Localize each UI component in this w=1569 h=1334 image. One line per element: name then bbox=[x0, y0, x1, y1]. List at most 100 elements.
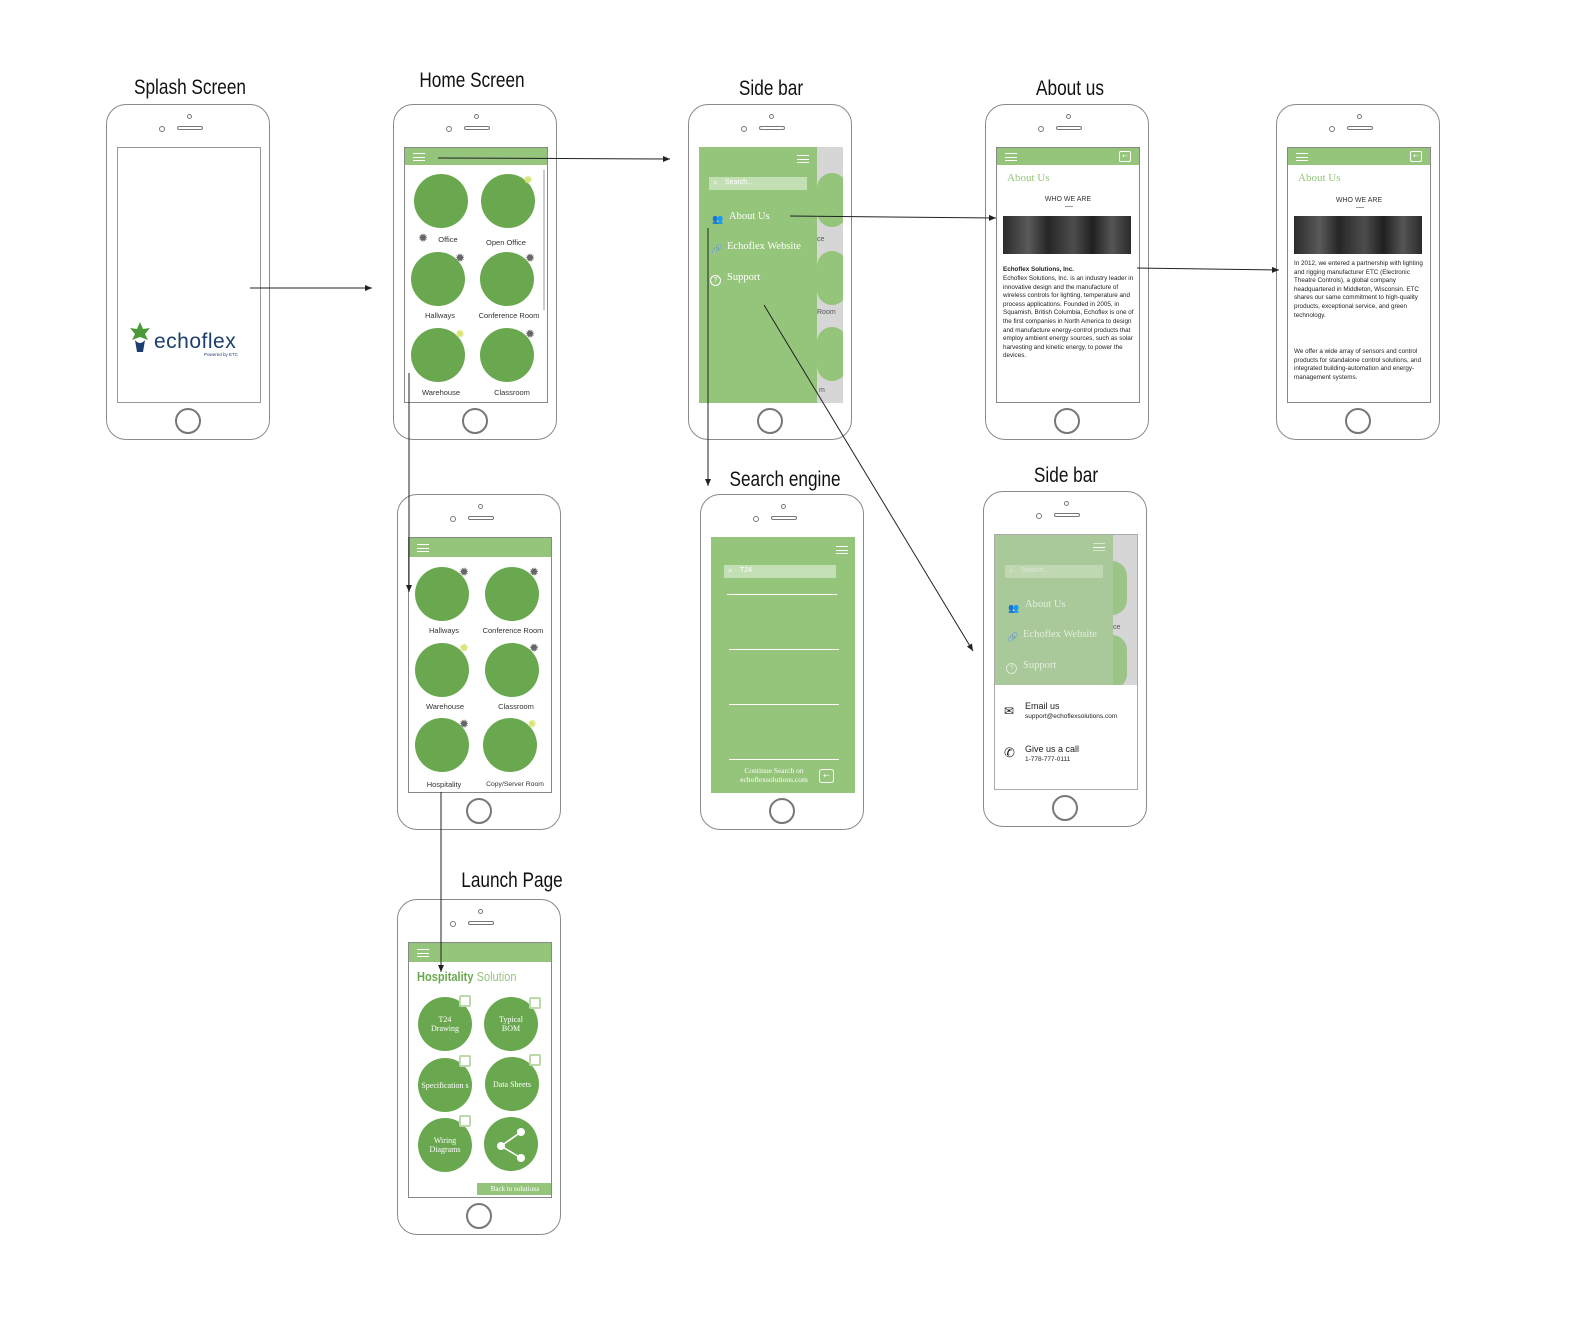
about-paragraph: In 2012, we entered a partnership with l… bbox=[1294, 260, 1423, 319]
home-top-bar bbox=[405, 148, 547, 165]
phone-sidebar: ce Room m ⌕ Search... 👥 About Us 🔗 Echofl… bbox=[688, 104, 852, 440]
title-search: Search engine bbox=[729, 468, 841, 491]
sidebar-backdrop: ce Room m bbox=[817, 147, 843, 403]
sidebar-screen: ce Room m ⌕ Search... 👥 About Us 🔗 Echofl… bbox=[699, 147, 843, 403]
menu-icon[interactable] bbox=[797, 155, 809, 163]
room-label: Warehouse bbox=[425, 702, 465, 711]
support-screen: ce ⌕ Search... 👥 About Us 🔗 Echoflex Webs… bbox=[994, 534, 1138, 790]
envelope-icon: ✉ bbox=[1004, 704, 1015, 718]
team-photo bbox=[1003, 216, 1131, 254]
sidebar-search-input[interactable]: ⌕ Search... bbox=[1005, 565, 1103, 578]
light-off-icon: ✹ bbox=[529, 641, 540, 655]
phone-splash: echoflex Powered by ETC bbox=[106, 104, 270, 440]
link-icon: 🔗 bbox=[711, 244, 723, 254]
support-panel: ✉ Email us support@echoflexsolutions.com… bbox=[995, 685, 1137, 789]
sidebar-item-website[interactable]: Echoflex Website bbox=[727, 241, 801, 252]
checkbox-icon[interactable] bbox=[459, 995, 471, 1007]
home-screen: ✹ ✹ Office Open Office ✹ ✹ Hallways Conf… bbox=[404, 147, 548, 403]
title-splash: Splash Screen bbox=[133, 76, 247, 99]
title-launch: Launch Page bbox=[461, 869, 563, 892]
splash-screen: echoflex Powered by ETC bbox=[117, 147, 261, 403]
menu-icon[interactable] bbox=[413, 153, 425, 161]
light-on-icon: ✹ bbox=[527, 717, 538, 731]
light-on-icon: ✹ bbox=[455, 327, 466, 341]
share-button[interactable] bbox=[484, 1117, 538, 1171]
sidebar-panel: ⌕ Search... 👥 About Us 🔗 Echoflex Website… bbox=[699, 147, 817, 403]
light-off-icon: ✹ bbox=[525, 327, 536, 341]
phone-link[interactable]: 1-778-777-0111 bbox=[1025, 756, 1070, 763]
search-result-line bbox=[729, 759, 839, 760]
email-link[interactable]: support@echoflexsolutions.com bbox=[1025, 713, 1117, 720]
title-home: Home Screen bbox=[419, 69, 525, 92]
search-placeholder: Search... bbox=[725, 179, 754, 186]
back-to-solutions-button[interactable]: Back to solutions bbox=[477, 1183, 551, 1195]
echoflex-logo: echoflex bbox=[154, 330, 237, 353]
search-screen: ⌕ T24 Continue Search on echoflexsolution… bbox=[711, 537, 855, 793]
checkbox-icon[interactable] bbox=[459, 1115, 471, 1127]
link-icon: 🔗 bbox=[1007, 632, 1019, 642]
about-title: About Us bbox=[1007, 172, 1050, 184]
checkbox-icon[interactable] bbox=[529, 1054, 541, 1066]
checkbox-icon[interactable] bbox=[529, 997, 541, 1009]
checkbox-icon[interactable] bbox=[459, 1055, 471, 1067]
help-icon: ? bbox=[710, 275, 721, 286]
call-label: Give us a call bbox=[1025, 744, 1080, 754]
sidebar-item-about[interactable]: About Us bbox=[1025, 599, 1066, 610]
exit-icon[interactable]: ⇠ bbox=[1410, 151, 1422, 162]
share-icon bbox=[497, 1128, 525, 1162]
room-circle-office[interactable] bbox=[414, 174, 468, 228]
launch-title-bold: Hospitality bbox=[417, 969, 474, 984]
phone-about-scrolled: ⇠ About Us WHO WE ARE In 2012, we entere… bbox=[1276, 104, 1440, 440]
echoflex-logo-icon bbox=[128, 320, 152, 354]
sidebar-panel-faded: ⌕ Search... 👥 About Us 🔗 Echoflex Website… bbox=[995, 535, 1113, 685]
sidebar-item-support[interactable]: Support bbox=[1023, 660, 1056, 671]
exit-icon[interactable]: ⇠ bbox=[1119, 151, 1131, 162]
group-icon: 👥 bbox=[1008, 603, 1020, 613]
about-paragraph: Echoflex Solutions, Inc. is an industry … bbox=[1003, 275, 1134, 360]
search-input[interactable]: ⌕ T24 bbox=[724, 565, 836, 578]
menu-icon[interactable] bbox=[836, 546, 848, 554]
home-scrolled-screen: ✹ ✹ Hallways Conference Room ✹ ✹ Warehou… bbox=[408, 537, 552, 793]
title-sidebar-2: Side bar bbox=[1033, 464, 1099, 487]
sidebar-item-support[interactable]: Support bbox=[727, 272, 760, 283]
light-off-icon: ✹ bbox=[459, 717, 470, 731]
search-result-line bbox=[729, 649, 839, 650]
continue-search-link[interactable]: Continue Search on echoflexsolutions.com bbox=[724, 766, 824, 784]
room-label: Hospitality bbox=[426, 780, 462, 789]
launch-top-bar bbox=[409, 943, 551, 962]
light-off-icon: ✹ bbox=[459, 565, 470, 579]
search-query: T24 bbox=[740, 567, 753, 574]
room-label: Conference Room bbox=[478, 311, 540, 320]
search-result-line bbox=[729, 704, 839, 705]
about-subtitle: WHO WE ARE bbox=[1044, 196, 1092, 203]
menu-icon[interactable] bbox=[1093, 543, 1105, 551]
phone-search: ⌕ T24 Continue Search on echoflexsolution… bbox=[700, 494, 864, 830]
sidebar-item-website[interactable]: Echoflex Website bbox=[1023, 629, 1097, 640]
title-about: About us bbox=[1036, 77, 1104, 100]
sidebar-search-input[interactable]: ⌕ Search... bbox=[709, 177, 807, 190]
phone-home: ✹ ✹ Office Open Office ✹ ✹ Hallways Conf… bbox=[393, 104, 557, 440]
about-company: Echoflex Solutions, Inc. bbox=[1003, 266, 1075, 273]
room-label: Classroom bbox=[494, 388, 530, 397]
about-paragraph: We offer a wide array of sensors and con… bbox=[1294, 348, 1422, 381]
menu-icon[interactable] bbox=[417, 544, 429, 552]
group-icon: 👥 bbox=[712, 214, 724, 224]
menu-icon[interactable] bbox=[417, 949, 429, 957]
search-icon: ⌕ bbox=[713, 178, 718, 187]
search-placeholder: Search... bbox=[1021, 567, 1050, 574]
launch-screen: Hospitality Solution T24 Drawing Typical… bbox=[408, 942, 552, 1198]
logo-tagline: Powered by ETC bbox=[204, 352, 239, 357]
menu-icon[interactable] bbox=[1296, 153, 1308, 161]
light-on-icon: ✹ bbox=[523, 173, 534, 187]
arrow-about-to-scrolled bbox=[1136, 266, 1280, 273]
menu-icon[interactable] bbox=[1005, 153, 1017, 161]
phone-launch: Hospitality Solution T24 Drawing Typical… bbox=[397, 899, 561, 1235]
light-off-icon: ✹ bbox=[525, 251, 536, 265]
about-subtitle: WHO WE ARE bbox=[1335, 197, 1383, 204]
team-photo bbox=[1294, 216, 1422, 254]
sidebar-item-about[interactable]: About Us bbox=[729, 211, 770, 222]
launch-title-rest: Solution bbox=[473, 969, 517, 984]
light-off-icon: ✹ bbox=[455, 251, 466, 265]
home-top-bar bbox=[409, 538, 551, 557]
exit-icon[interactable]: ⇠ bbox=[819, 769, 834, 783]
